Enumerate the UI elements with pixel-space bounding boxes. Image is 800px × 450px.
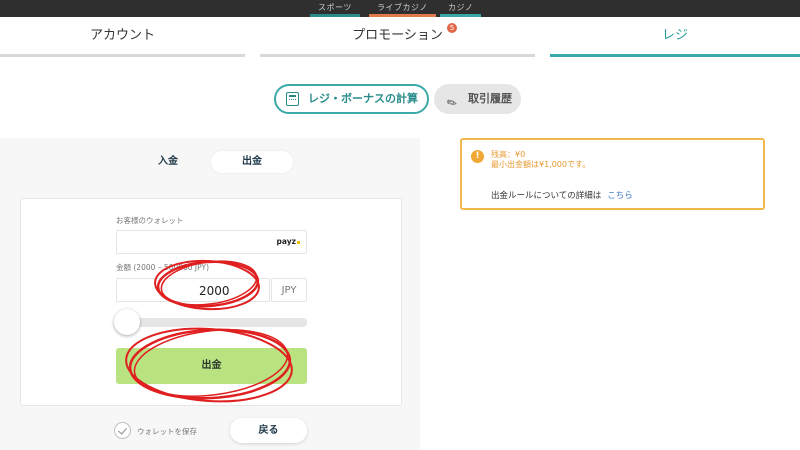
withdraw-rule-line: 出金ルールについての詳細は こちら [491, 189, 633, 201]
save-wallet-label: ウォレットを保存 [137, 427, 197, 436]
tab-underline [0, 54, 245, 57]
save-wallet-checkbox[interactable] [114, 422, 131, 439]
top-link-sports-label: スポーツ [318, 3, 352, 12]
withdraw-form-card: お客様のウォレット payz 金額 (2000 – 500000 JPY) 20… [20, 198, 402, 406]
calculator-icon [286, 92, 299, 106]
amount-value: 2000 [199, 284, 230, 298]
tab-cashier[interactable]: レジ [550, 17, 800, 59]
main-tabs: アカウント プロモーション 5 レジ [0, 17, 800, 59]
withdraw-rule-text: 出金ルールについての詳細は [491, 191, 602, 201]
amount-label: 金額 (2000 – 500000 JPY) [116, 263, 210, 272]
back-button[interactable]: 戻る [230, 418, 307, 443]
currency-label: JPY [281, 285, 297, 296]
history-button-label: 取引履歴 [468, 92, 512, 105]
tab-promotion[interactable]: プロモーション 5 [260, 17, 535, 59]
cashier-bonus-calculator-button[interactable]: レジ・ボーナスの計算 [274, 84, 429, 114]
withdraw-rule-link[interactable]: こちら [607, 191, 633, 201]
top-link-live-casino-label: ライブカジノ [377, 3, 428, 12]
calculator-button-label: レジ・ボーナスの計算 [308, 92, 418, 105]
tab-underline-active [550, 54, 800, 57]
top-link-live-casino[interactable]: ライブカジノ [369, 2, 436, 17]
wallet-select[interactable]: payz [116, 230, 307, 254]
amount-slider-track[interactable] [116, 318, 307, 327]
tab-cashier-label: レジ [661, 28, 688, 43]
payz-logo-dot [297, 241, 300, 244]
top-link-sports[interactable]: スポーツ [310, 2, 360, 17]
tab-promotion-label: プロモーション [352, 28, 443, 43]
pen-icon: ✎ [444, 94, 460, 112]
tab-underline [260, 54, 535, 57]
toggle-deposit[interactable]: 入金 [148, 151, 188, 173]
withdraw-submit-button[interactable]: 出金 [116, 348, 307, 384]
tab-account[interactable]: アカウント [0, 17, 245, 59]
withdraw-info-box: ! 残高：¥0 最小出金額は¥1,000です。 出金ルールについての詳細は こちら [460, 138, 765, 210]
warning-icon: ! [471, 150, 484, 163]
transaction-history-button[interactable]: ✎ 取引履歴 [434, 84, 521, 114]
min-withdraw-text: 最小出金額は¥1,000です。 [491, 160, 591, 169]
promotion-count-badge: 5 [447, 23, 457, 33]
currency-box: JPY [271, 278, 307, 302]
wallet-label: お客様のウォレット [116, 216, 184, 225]
payz-logo: payz [277, 237, 300, 246]
toggle-withdraw[interactable]: 出金 [211, 151, 293, 173]
withdraw-panel: 入金 出金 お客様のウォレット payz 金額 (2000 – 500000 J… [0, 138, 420, 450]
top-nav-bar: スポーツ ライブカジノ カジノ [0, 0, 800, 17]
amount-slider-thumb[interactable] [114, 309, 140, 335]
tab-account-label: アカウント [89, 28, 155, 43]
payz-logo-text: payz [276, 237, 296, 246]
top-link-casino-label: カジノ [448, 3, 474, 12]
top-link-casino[interactable]: カジノ [440, 2, 482, 17]
amount-input[interactable]: 2000 [116, 278, 270, 302]
